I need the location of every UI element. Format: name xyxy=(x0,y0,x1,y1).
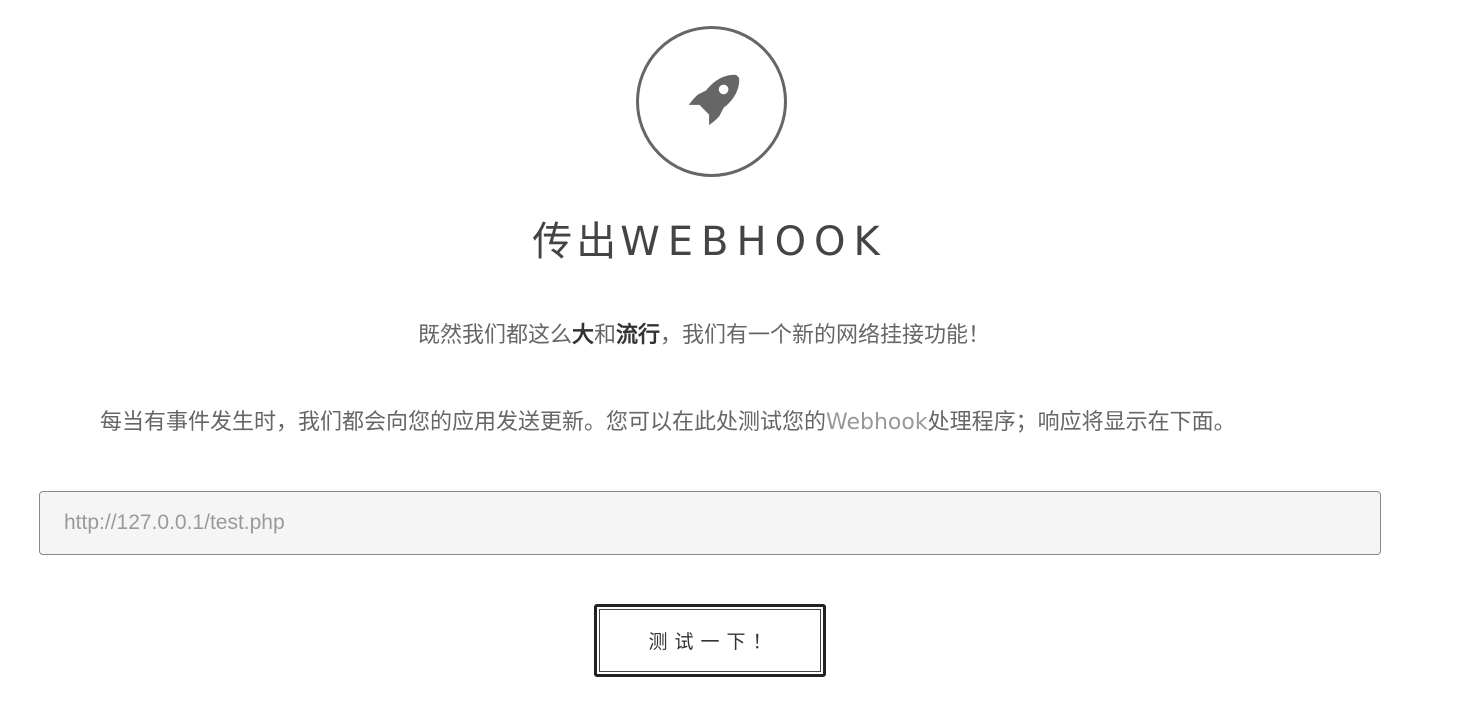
intro-bold-popular: 流行 xyxy=(616,323,661,348)
description-part2: 处理程序；响应将显示在下面。 xyxy=(927,410,1236,435)
rocket-icon xyxy=(688,74,740,126)
intro-text: 既然我们都这么大和流行，我们有一个新的网络挂接功能！ xyxy=(0,320,1408,352)
title-cjk: 传出 xyxy=(532,219,621,265)
description-text: 每当有事件发生时，我们都会向您的应用发送更新。您可以在此处测试您的Webhook… xyxy=(100,407,1236,439)
intro-part1: 既然我们都这么 xyxy=(417,323,572,348)
intro-bold-big: 大 xyxy=(571,323,594,348)
test-webhook-button[interactable]: 测试一下！ xyxy=(594,604,826,677)
description-webhook: Webhook xyxy=(826,410,928,435)
intro-part3: ，我们有一个新的网络挂接功能！ xyxy=(660,323,991,348)
intro-part2: 和 xyxy=(593,323,616,348)
webhook-url-input[interactable] xyxy=(39,491,1381,555)
rocket-logo xyxy=(636,26,787,177)
page-title: 传出WEBHOOK xyxy=(0,214,1420,270)
title-latin: WEBHOOK xyxy=(620,219,888,265)
description-part1: 每当有事件发生时，我们都会向您的应用发送更新。您可以在此处测试您的 xyxy=(100,410,827,435)
